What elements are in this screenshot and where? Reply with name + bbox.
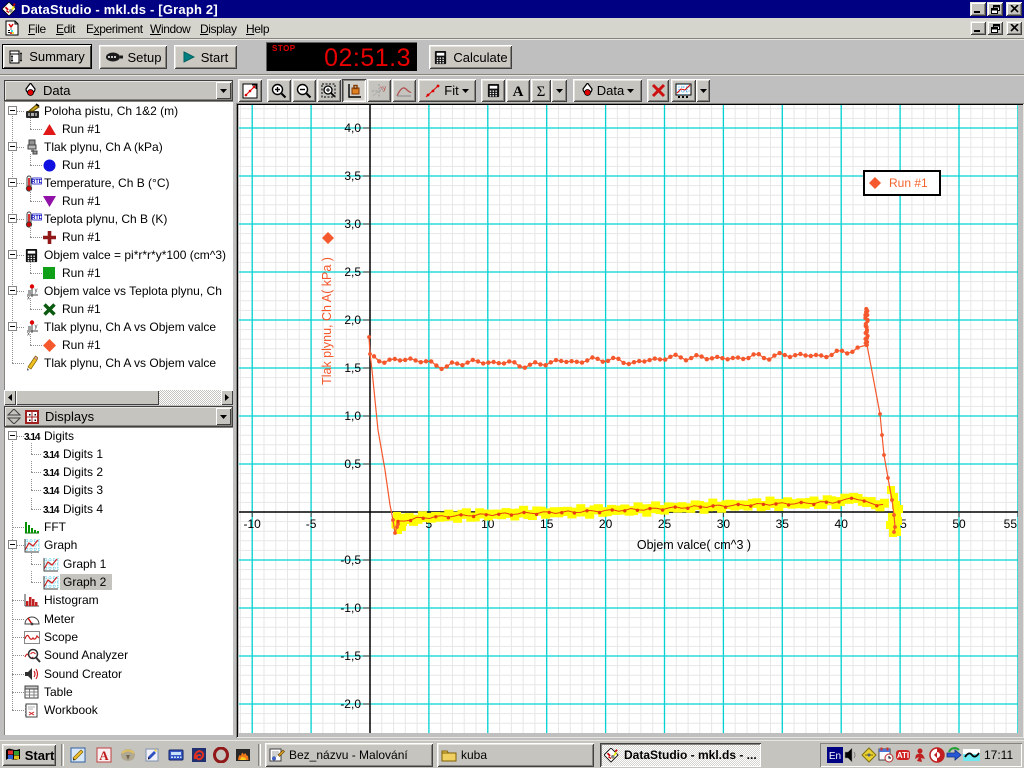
svg-text:35: 35	[776, 517, 790, 531]
svg-text:15: 15	[540, 517, 554, 531]
svg-text:20: 20	[599, 517, 613, 531]
svg-text:-1,0: -1,0	[340, 601, 361, 615]
svg-text:40: 40	[835, 517, 849, 531]
svg-text:-2,0: -2,0	[340, 697, 361, 711]
svg-text:30: 30	[717, 517, 731, 531]
svg-text:3.14: 3.14	[43, 486, 60, 495]
svg-text:25: 25	[658, 517, 672, 531]
svg-text:Tlak plynu, Ch A( kPa ): Tlak plynu, Ch A( kPa )	[320, 257, 334, 385]
svg-text:3.14: 3.14	[43, 468, 60, 477]
svg-text:-10: -10	[244, 517, 262, 531]
svg-text:3.14: 3.14	[24, 432, 41, 441]
svg-text:50: 50	[952, 517, 966, 531]
svg-text:3,0: 3,0	[344, 217, 361, 231]
svg-text:Run #1: Run #1	[889, 176, 928, 190]
svg-text:-0,5: -0,5	[340, 553, 361, 567]
svg-text:0,5: 0,5	[344, 457, 361, 471]
svg-text:2,5: 2,5	[344, 265, 361, 279]
svg-text:ATI: ATI	[897, 751, 909, 760]
svg-text:En: En	[829, 751, 841, 762]
svg-text:A: A	[99, 748, 109, 763]
svg-text:3.14: 3.14	[43, 505, 60, 514]
svg-text:Objem valce( cm^3 ): Objem valce( cm^3 )	[637, 538, 751, 552]
svg-text:55: 55	[1004, 517, 1018, 531]
svg-text:-1,5: -1,5	[340, 649, 361, 663]
svg-text:1,5: 1,5	[344, 361, 361, 375]
svg-text:-5: -5	[306, 517, 317, 531]
svg-text:3.14: 3.14	[43, 450, 60, 459]
svg-text:1,0: 1,0	[344, 409, 361, 423]
svg-text:2,0: 2,0	[344, 313, 361, 327]
svg-text:4,0: 4,0	[344, 121, 361, 135]
svg-text:3,5: 3,5	[344, 169, 361, 183]
svg-text:Σ: Σ	[537, 84, 546, 98]
svg-text:A: A	[513, 84, 524, 98]
